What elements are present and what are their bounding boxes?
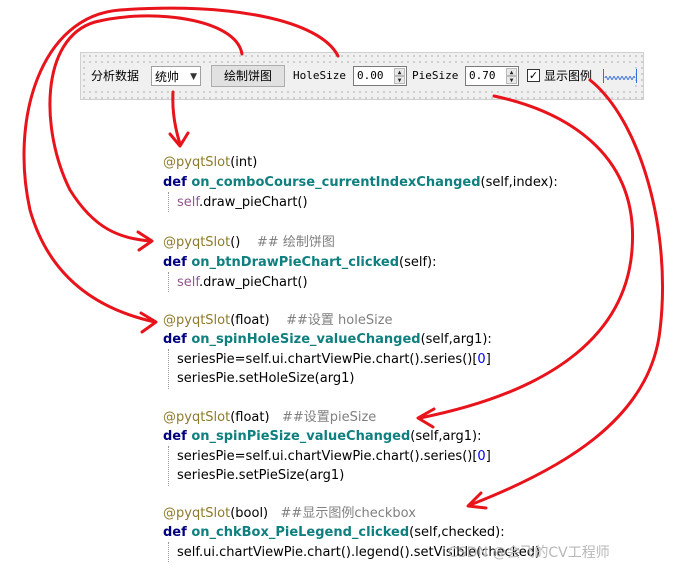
- spin-up-icon[interactable]: ▲: [394, 68, 405, 76]
- code-line: @pyqtSlot(float) ##设置pieSize: [163, 410, 377, 425]
- code-line: def on_spinHoleSize_valueChanged(self,ar…: [163, 332, 492, 347]
- spin-updown[interactable]: ▲ ▼: [506, 68, 517, 84]
- piesize-value: 0.70: [469, 69, 496, 82]
- spin-updown[interactable]: ▲ ▼: [394, 68, 405, 84]
- code-line: def on_btnDrawPieChart_clicked(self):: [163, 255, 437, 270]
- arrow-draw-head: [136, 230, 154, 252]
- code-line: self.draw_pieChart(): [177, 275, 308, 290]
- code-line: seriesPie=self.ui.chartViewPie.chart().s…: [177, 352, 491, 367]
- indent-guide: [168, 272, 169, 292]
- code-line: @pyqtSlot(int): [163, 155, 258, 170]
- piesize-spinbox[interactable]: 0.70 ▲ ▼: [465, 66, 519, 86]
- code-line: @pyqtSlot() ## 绘制饼图: [163, 235, 335, 250]
- holesize-label: HoleSize: [293, 69, 346, 82]
- code-line: def on_chkBox_PieLegend_clicked(self,che…: [163, 525, 505, 540]
- code-line: seriesPie.setPieSize(arg1): [177, 468, 345, 483]
- code-line: seriesPie.setHoleSize(arg1): [177, 371, 355, 386]
- indent-guide: [168, 349, 169, 389]
- spin-down-icon[interactable]: ▼: [506, 76, 517, 84]
- toolbar: 分析数据 统帅 ▼ 绘制饼图 HoleSize 0.00 ▲ ▼ PieSize…: [80, 52, 644, 100]
- chevron-down-icon: ▼: [190, 72, 197, 82]
- check-icon: ✓: [528, 69, 539, 82]
- holesize-value: 0.00: [357, 69, 384, 82]
- arrow-checkbox-head: [466, 491, 488, 510]
- arrow-holesize-head: [139, 311, 158, 334]
- arrow-combo-head: [168, 131, 190, 148]
- spin-up-icon[interactable]: ▲: [506, 68, 517, 76]
- arrow-piesize-head: [416, 407, 436, 429]
- code-line: @pyqtSlot(bool) ##显示图例checkbox: [163, 506, 416, 521]
- piesize-label: PieSize: [412, 69, 459, 82]
- combo-value: 统帅: [155, 70, 180, 84]
- legend-checkbox-label[interactable]: 显示图例: [544, 65, 592, 87]
- analysis-label: 分析数据: [91, 69, 140, 83]
- code-line: @pyqtSlot(float) ##设置 holeSize: [163, 313, 393, 328]
- code-line: def on_comboCourse_currentIndexChanged(s…: [163, 175, 558, 190]
- spin-down-icon[interactable]: ▼: [394, 76, 405, 84]
- spacer-widget: [603, 69, 637, 83]
- arrow-piesize: [418, 94, 635, 420]
- spacer-wave-icon: [604, 76, 636, 80]
- indent-guide: [168, 446, 169, 486]
- indent-guide: [168, 192, 169, 212]
- draw-pie-chart-button[interactable]: 绘制饼图: [211, 65, 285, 87]
- code-line: seriesPie=self.ui.chartViewPie.chart().s…: [177, 449, 491, 464]
- watermark: CSDN @会飞的CV工程师: [448, 545, 610, 561]
- arrow-checkbox: [468, 78, 664, 507]
- code-line: def on_spinPieSize_valueChanged(self,arg…: [163, 429, 482, 444]
- toolbar-row: 分析数据 统帅 ▼ 绘制饼图 HoleSize 0.00 ▲ ▼ PieSize…: [87, 65, 637, 87]
- course-combobox[interactable]: 统帅 ▼: [151, 66, 201, 86]
- holesize-spinbox[interactable]: 0.00 ▲ ▼: [353, 66, 407, 86]
- indent-guide: [168, 542, 169, 562]
- legend-checkbox[interactable]: ✓: [527, 69, 540, 82]
- code-line: self.draw_pieChart(): [177, 195, 308, 210]
